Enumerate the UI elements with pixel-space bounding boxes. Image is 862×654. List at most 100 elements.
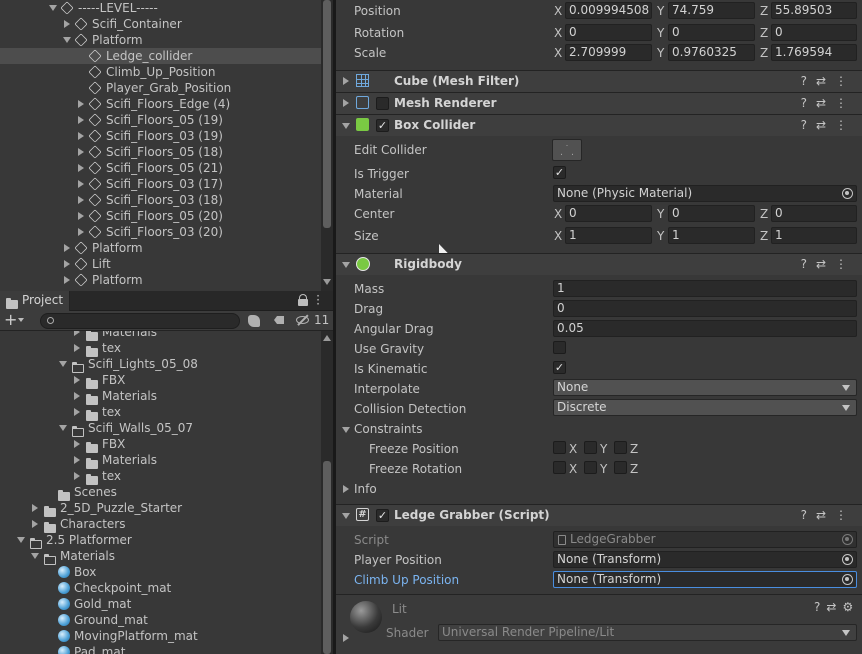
- expand-arrow-icon[interactable]: [74, 344, 80, 352]
- scroll-up-icon[interactable]: [323, 335, 331, 341]
- expand-arrow-icon[interactable]: [78, 116, 84, 124]
- hierarchy-item[interactable]: Climb_Up_Position: [0, 64, 321, 80]
- climb-up-position-field[interactable]: None (Transform): [553, 571, 857, 588]
- freeze-position-y-checkbox[interactable]: [584, 441, 597, 454]
- expand-arrow-icon[interactable]: [78, 212, 84, 220]
- project-item[interactable]: 2.5 Platformer: [0, 532, 321, 549]
- kebab-menu-icon[interactable]: ⋮: [835, 257, 856, 271]
- collapse-arrow-icon[interactable]: [49, 5, 57, 11]
- hierarchy-item[interactable]: Scifi_Floors_05 (18): [0, 144, 321, 160]
- box-collider-header[interactable]: ✓ Box Collider ?⇄⋮: [336, 114, 862, 136]
- expand-arrow-icon[interactable]: [64, 260, 70, 268]
- freeze-position-z-checkbox[interactable]: [614, 441, 627, 454]
- scroll-down-icon[interactable]: [323, 279, 331, 285]
- center-z-field[interactable]: 0: [771, 205, 857, 222]
- project-scrollbar[interactable]: [321, 331, 333, 654]
- project-item[interactable]: Materials: [0, 548, 321, 565]
- is-trigger-checkbox[interactable]: ✓: [553, 166, 566, 179]
- constraints-label[interactable]: Constraints: [354, 421, 422, 437]
- collapse-arrow-icon[interactable]: [342, 262, 350, 268]
- expand-arrow-icon[interactable]: [74, 392, 80, 400]
- project-item[interactable]: 2_5D_Puzzle_Starter: [0, 500, 321, 517]
- scale-x-field[interactable]: 2.709999: [565, 44, 652, 61]
- hierarchy-item[interactable]: Platform: [0, 272, 321, 288]
- size-y-field[interactable]: 1: [668, 227, 755, 244]
- help-icon[interactable]: ?: [801, 508, 816, 522]
- hierarchy-item[interactable]: Scifi_Floors_03 (17): [0, 176, 321, 192]
- expand-arrow-icon[interactable]: [78, 180, 84, 188]
- project-item[interactable]: FBX: [0, 436, 321, 453]
- preset-icon[interactable]: ⇄: [816, 74, 835, 88]
- project-item[interactable]: Gold_mat: [0, 596, 321, 612]
- kebab-menu-icon[interactable]: ⋮: [835, 96, 856, 110]
- project-item[interactable]: Box: [0, 564, 321, 580]
- player-position-field[interactable]: None (Transform): [553, 551, 857, 568]
- kebab-menu-icon[interactable]: ⋮: [835, 508, 856, 522]
- collapse-arrow-icon[interactable]: [17, 537, 25, 543]
- hierarchy-item[interactable]: Scifi_Floors_05 (21): [0, 160, 321, 176]
- project-item[interactable]: Materials: [0, 452, 321, 469]
- help-icon[interactable]: ?: [801, 257, 816, 271]
- expand-arrow-icon[interactable]: [74, 472, 80, 480]
- expand-arrow-icon[interactable]: [74, 440, 80, 448]
- project-item[interactable]: Checkpoint_mat: [0, 580, 321, 596]
- freeze-rotation-y-checkbox[interactable]: [584, 461, 597, 474]
- angular-drag-field[interactable]: 0.05: [553, 320, 857, 337]
- project-scroll-thumb[interactable]: [323, 461, 331, 654]
- project-item[interactable]: Pad_mat: [0, 644, 321, 654]
- expand-arrow-icon[interactable]: [343, 77, 349, 85]
- project-item[interactable]: Scifi_Lights_05_08: [0, 356, 321, 373]
- script-field[interactable]: LedgeGrabber: [553, 531, 857, 548]
- collapse-arrow-icon[interactable]: [31, 553, 39, 559]
- hierarchy-item[interactable]: Platform: [0, 240, 321, 256]
- expand-arrow-icon[interactable]: [78, 164, 84, 172]
- scale-y-field[interactable]: 0.9760325: [668, 44, 755, 61]
- expand-arrow-icon[interactable]: [78, 132, 84, 140]
- gear-icon[interactable]: ⚙: [842, 600, 859, 614]
- expand-arrow-icon[interactable]: [74, 376, 80, 384]
- position-y-field[interactable]: 74.759: [668, 2, 755, 19]
- expand-arrow-icon[interactable]: [64, 276, 70, 284]
- chevron-down-icon[interactable]: [18, 318, 24, 322]
- hierarchy-item[interactable]: -----LEVEL-----: [0, 0, 321, 16]
- rotation-z-field[interactable]: 0: [771, 24, 857, 41]
- object-picker-icon[interactable]: [842, 574, 853, 585]
- kebab-menu-icon[interactable]: ⋮: [835, 118, 856, 132]
- project-item[interactable]: MovingPlatform_mat: [0, 628, 321, 644]
- project-item[interactable]: Ground_mat: [0, 612, 321, 628]
- mass-field[interactable]: 1: [553, 280, 857, 297]
- collision-detection-dropdown[interactable]: Discrete: [553, 399, 857, 416]
- constraints-collapse-arrow-icon[interactable]: [342, 427, 350, 433]
- hierarchy-item[interactable]: Scifi_Floors_Edge (4): [0, 96, 321, 112]
- hierarchy-item[interactable]: Lift: [0, 256, 321, 272]
- expand-arrow-icon[interactable]: [32, 520, 38, 528]
- expand-arrow-icon[interactable]: [64, 244, 70, 252]
- center-y-field[interactable]: 0: [668, 205, 755, 222]
- ledge-grabber-header[interactable]: # ✓ Ledge Grabber (Script) ?⇄⋮: [336, 504, 862, 526]
- size-x-field[interactable]: 1: [565, 227, 652, 244]
- interpolate-dropdown[interactable]: None: [553, 379, 857, 396]
- size-z-field[interactable]: 1: [771, 227, 857, 244]
- info-expand-arrow-icon[interactable]: [343, 485, 349, 493]
- mesh-filter-header[interactable]: Cube (Mesh Filter) ?⇄⋮: [336, 70, 862, 92]
- tab-project[interactable]: Project: [0, 291, 70, 311]
- hierarchy-item[interactable]: Scifi_Floors_03 (20): [0, 224, 321, 240]
- collapse-arrow-icon[interactable]: [63, 37, 71, 43]
- project-item[interactable]: Materials: [0, 388, 321, 405]
- hierarchy-item[interactable]: Player_Grab_Position: [0, 80, 321, 96]
- position-z-field[interactable]: 55.89503: [771, 2, 857, 19]
- kebab-menu-icon[interactable]: ⋮: [835, 74, 856, 88]
- project-item[interactable]: tex: [0, 468, 321, 485]
- hierarchy-scroll-thumb[interactable]: [323, 0, 331, 228]
- position-x-field[interactable]: 0.009994508: [565, 2, 652, 19]
- help-icon[interactable]: ?: [801, 96, 816, 110]
- rotation-y-field[interactable]: 0: [668, 24, 755, 41]
- expand-arrow-icon[interactable]: [78, 196, 84, 204]
- project-item[interactable]: Scifi_Walls_05_07: [0, 420, 321, 437]
- preset-icon[interactable]: ⇄: [816, 508, 835, 522]
- freeze-rotation-x-checkbox[interactable]: [553, 461, 566, 474]
- plus-icon[interactable]: +: [4, 312, 17, 328]
- mesh-renderer-enabled-checkbox[interactable]: [376, 97, 389, 110]
- is-kinematic-checkbox[interactable]: ✓: [553, 361, 566, 374]
- edit-collider-button[interactable]: [552, 139, 582, 161]
